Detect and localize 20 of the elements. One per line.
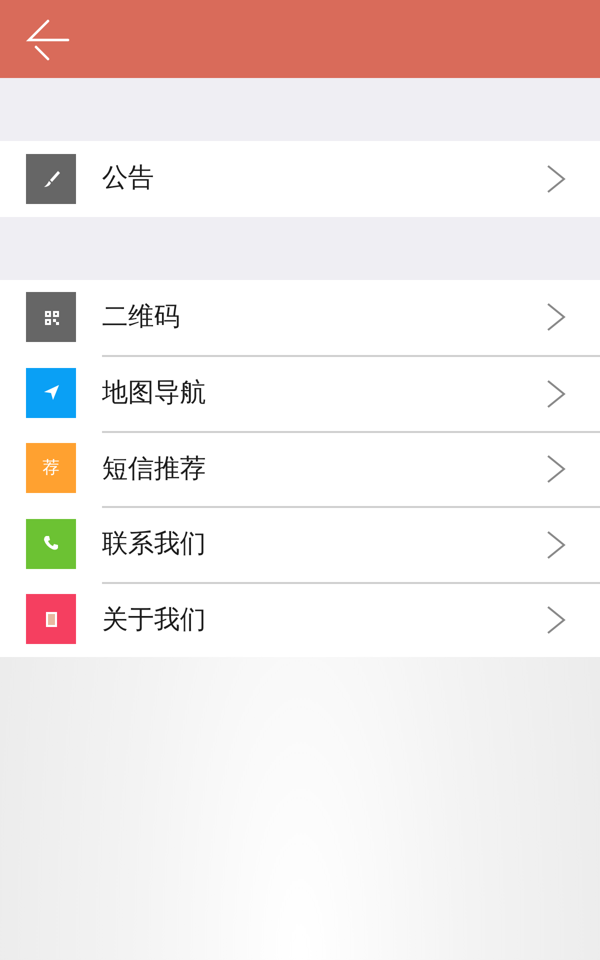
chevron-icon <box>546 605 566 636</box>
menu-item[interactable]: 荐 短信推荐 <box>0 430 600 506</box>
menu-item[interactable]: 公告 <box>0 141 600 216</box>
menu-label: 短信推荐 <box>102 452 207 486</box>
chevron-icon <box>546 454 566 484</box>
menu-item[interactable]: 二维码 <box>0 280 600 355</box>
menu-label: 联系我们 <box>102 528 207 562</box>
chevron-icon <box>546 378 566 409</box>
chevron-icon <box>546 164 566 194</box>
menu-item[interactable]: 关于我们 <box>0 582 600 657</box>
chevron-icon <box>546 530 566 560</box>
menu-label: 公告 <box>102 162 155 196</box>
menu-label: 关于我们 <box>102 604 207 637</box>
menu-label: 二维码 <box>102 300 181 334</box>
menu-item[interactable]: 联系我们 <box>0 506 600 582</box>
menu-label: 地图导航 <box>102 377 207 410</box>
menu-item[interactable]: 地图导航 <box>0 355 600 430</box>
chevron-icon <box>546 302 566 332</box>
back-button[interactable] <box>26 17 70 61</box>
recommend-icon: 荐 <box>26 443 76 494</box>
